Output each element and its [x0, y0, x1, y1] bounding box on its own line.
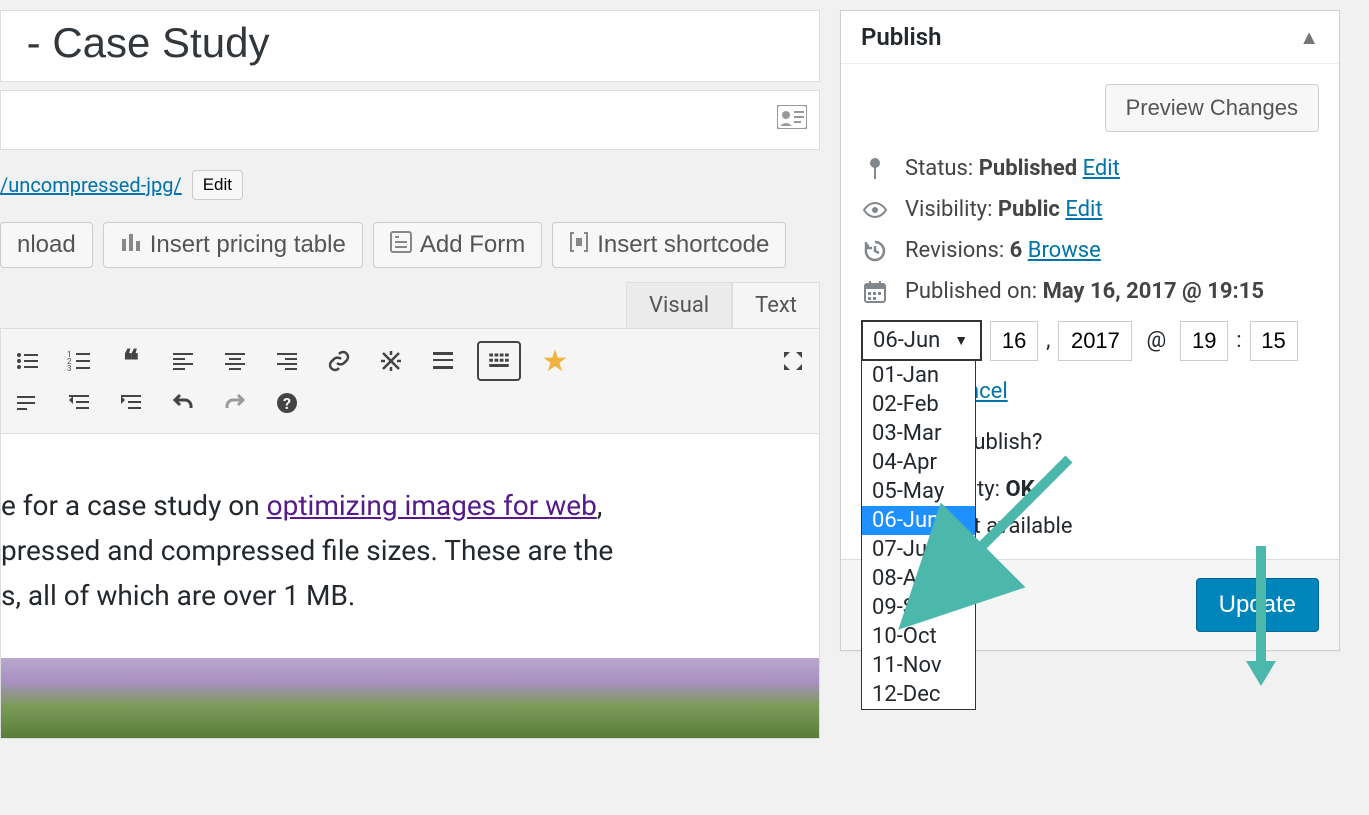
month-option[interactable]: 10-Oct	[862, 622, 975, 651]
month-option[interactable]: 03-Mar	[862, 419, 975, 448]
align-center-icon[interactable]	[217, 343, 253, 379]
paragraph-icon[interactable]	[9, 385, 45, 421]
pushpin-icon	[861, 157, 889, 181]
unlink-icon[interactable]	[373, 343, 409, 379]
editor-content[interactable]: e for a case study on optimizing images …	[0, 433, 820, 739]
browse-revisions-link[interactable]: Browse	[1028, 238, 1101, 263]
not-available-text: ot available	[961, 514, 1319, 539]
edit-permalink-button[interactable]: Edit	[192, 170, 243, 200]
outdent-icon[interactable]	[61, 385, 97, 421]
month-select[interactable]: 06-Jun▼	[861, 320, 982, 361]
month-option[interactable]: 08-Aug	[862, 564, 975, 593]
day-input[interactable]	[990, 321, 1038, 361]
download-button[interactable]: nload	[0, 222, 93, 268]
month-option[interactable]: 11-Nov	[862, 651, 975, 680]
insert-shortcode-button[interactable]: Insert shortcode	[552, 222, 786, 268]
tab-visual[interactable]: Visual	[626, 282, 732, 328]
secondary-title-box[interactable]	[0, 90, 820, 150]
read-more-icon[interactable]	[425, 343, 461, 379]
month-option[interactable]: 07-Jul	[862, 535, 975, 564]
eye-icon	[861, 201, 889, 219]
content-image	[1, 658, 819, 738]
editor-toolbar: 123 ❝ ★ ?	[0, 328, 820, 433]
month-option[interactable]: 01-Jan	[862, 361, 975, 390]
minute-input[interactable]	[1250, 321, 1298, 361]
svg-text:?: ?	[283, 394, 291, 413]
insert-pricing-table-button[interactable]: Insert pricing table	[103, 222, 363, 268]
contact-card-icon	[777, 105, 807, 135]
year-input[interactable]	[1058, 321, 1132, 361]
content-text: e for a case study on	[1, 489, 267, 522]
link-icon[interactable]	[321, 343, 357, 379]
ordered-list-icon[interactable]: 123	[61, 343, 97, 379]
tab-text[interactable]: Text	[732, 282, 820, 328]
align-left-icon[interactable]	[165, 343, 201, 379]
fullscreen-icon[interactable]	[775, 343, 811, 379]
readability-value: OK	[1005, 477, 1034, 502]
published-date: May 16, 2017 @ 19:15	[1043, 279, 1264, 304]
star-icon[interactable]: ★	[537, 343, 573, 379]
collapse-box-icon[interactable]: ▲	[1299, 25, 1319, 50]
shortcode-icon	[569, 231, 589, 259]
month-option[interactable]: 02-Feb	[862, 390, 975, 419]
blockquote-icon[interactable]: ❝	[113, 343, 149, 379]
toolbar-toggle-icon[interactable]	[477, 341, 521, 381]
revisions-count: 6	[1010, 238, 1023, 263]
edit-visibility-link[interactable]: Edit	[1065, 197, 1102, 222]
redo-icon[interactable]	[217, 385, 253, 421]
preview-changes-button[interactable]: Preview Changes	[1105, 84, 1319, 132]
unordered-list-icon[interactable]	[9, 343, 45, 379]
month-option[interactable]: 09-Sep	[862, 593, 975, 622]
publish-question: publish?	[961, 430, 1319, 455]
hour-input[interactable]	[1180, 321, 1228, 361]
svg-text:3: 3	[67, 364, 72, 373]
status-value: Published	[979, 156, 1077, 181]
update-button[interactable]: Update	[1196, 578, 1319, 632]
add-form-button[interactable]: Add Form	[373, 222, 542, 268]
post-title-input[interactable]	[0, 10, 820, 82]
optimizing-images-link[interactable]: optimizing images for web	[267, 489, 597, 522]
history-icon	[861, 239, 889, 263]
month-dropdown: 01-Jan02-Feb03-Mar04-Apr05-May06-Jun07-J…	[861, 361, 976, 710]
permalink-link[interactable]: /uncompressed-jpg/	[0, 173, 182, 197]
align-right-icon[interactable]	[269, 343, 305, 379]
indent-icon[interactable]	[113, 385, 149, 421]
content-text: pressed and compressed file sizes. These…	[1, 529, 819, 574]
publish-box: Publish ▲ Preview Changes Status: Publis…	[840, 10, 1340, 651]
month-option[interactable]: 12-Dec	[862, 680, 975, 709]
help-icon[interactable]: ?	[269, 385, 305, 421]
chevron-down-icon: ▼	[954, 332, 968, 349]
calendar-icon	[861, 280, 889, 304]
bar-chart-icon	[120, 231, 142, 259]
edit-status-link[interactable]: Edit	[1083, 156, 1120, 181]
publish-box-title: Publish	[861, 23, 942, 51]
month-option[interactable]: 04-Apr	[862, 448, 975, 477]
undo-icon[interactable]	[165, 385, 201, 421]
visibility-value: Public	[998, 197, 1060, 222]
month-option[interactable]: 05-May	[862, 477, 975, 506]
month-option[interactable]: 06-Jun	[862, 506, 975, 535]
form-icon	[390, 231, 412, 259]
content-text: s, all of which are over 1 MB.	[1, 574, 819, 619]
